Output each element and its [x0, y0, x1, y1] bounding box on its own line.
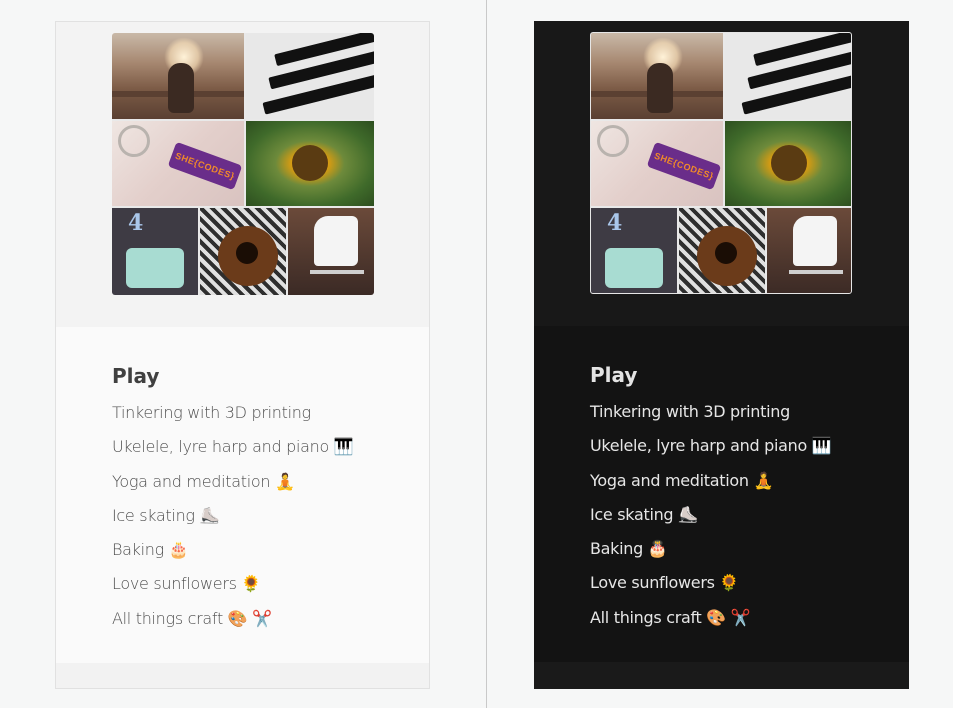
- play-card-light: SHE{CODES} 4 Play Tinkering with 3D prin…: [55, 21, 430, 689]
- ice-skate-photo: [288, 208, 374, 295]
- keychain-photo: SHE{CODES}: [112, 121, 244, 206]
- list-item: Baking 🎂: [590, 539, 668, 559]
- ice-skate-photo: [767, 208, 851, 293]
- list-item: Ukelele, lyre harp and piano 🎹: [590, 436, 832, 456]
- image-area: SHE{CODES} 4: [534, 21, 909, 326]
- list-item: All things craft 🎨 ✂️: [590, 607, 751, 627]
- ukulele-photo: [679, 208, 765, 293]
- cake-photo: 4: [112, 208, 198, 295]
- list-item: Yoga and meditation 🧘: [590, 470, 774, 490]
- list-item: Ice skating ⛸️: [112, 505, 220, 525]
- text-area: Play Tinkering with 3D printing Ukelele,…: [534, 326, 909, 662]
- theme-divider: [486, 0, 487, 708]
- list-item: Yoga and meditation 🧘: [112, 471, 295, 491]
- play-section: Play Tinkering with 3D printing Ukelele,…: [112, 364, 354, 636]
- hobby-list: Tinkering with 3D printing Ukelele, lyre…: [112, 396, 354, 636]
- list-item: Ice skating ⛸️: [590, 504, 698, 524]
- text-area: Play Tinkering with 3D printing Ukelele,…: [56, 327, 429, 663]
- card-footer: [56, 663, 429, 688]
- piano-photo: [725, 33, 851, 119]
- list-item: Baking 🎂: [112, 540, 189, 560]
- list-item: Ukelele, lyre harp and piano 🎹: [112, 437, 354, 457]
- hobbies-collage: SHE{CODES} 4: [590, 32, 852, 294]
- play-section: Play Tinkering with 3D printing Ukelele,…: [590, 363, 832, 635]
- sunflower-photo: [725, 121, 851, 206]
- list-item: All things craft 🎨 ✂️: [112, 608, 272, 628]
- yoga-photo: [112, 33, 244, 119]
- list-item: Love sunflowers 🌻: [590, 573, 740, 593]
- section-heading: Play: [590, 363, 638, 387]
- image-area: SHE{CODES} 4: [56, 22, 429, 327]
- hobby-list: Tinkering with 3D printing Ukelele, lyre…: [590, 395, 832, 635]
- keychain-photo: SHE{CODES}: [591, 121, 723, 206]
- list-item: Tinkering with 3D printing: [112, 403, 311, 422]
- ukulele-photo: [200, 208, 286, 295]
- piano-photo: [246, 33, 374, 119]
- list-item: Tinkering with 3D printing: [590, 402, 790, 421]
- yoga-photo: [591, 33, 723, 119]
- cake-photo: 4: [591, 208, 677, 293]
- sunflower-photo: [246, 121, 374, 206]
- list-item: Love sunflowers 🌻: [112, 574, 262, 594]
- hobbies-collage: SHE{CODES} 4: [112, 33, 374, 295]
- section-heading: Play: [112, 364, 160, 388]
- play-card-dark: SHE{CODES} 4 Play Tinkering with 3D prin…: [534, 21, 909, 689]
- card-footer: [534, 662, 909, 689]
